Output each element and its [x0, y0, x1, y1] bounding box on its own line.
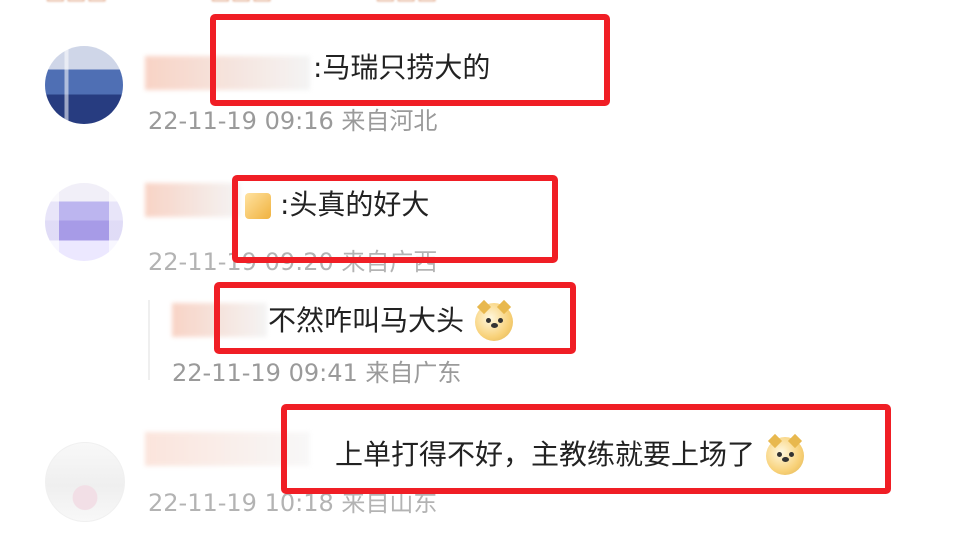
top-tabs-strip: ▭▭▭ ▭▭▭ ▭▭▭ [0, 0, 964, 9]
avatar[interactable] [45, 442, 125, 522]
blurred-username [145, 183, 240, 217]
tab-item-blurred: ▭▭▭ [210, 0, 272, 9]
avatar[interactable] [45, 46, 123, 124]
highlight-box [214, 282, 576, 354]
tab-item-blurred: ▭▭▭ [45, 0, 107, 9]
highlight-box [210, 14, 610, 106]
highlight-box [281, 404, 891, 494]
comment-meta: 22-11-19 09:16 来自河北 [148, 107, 438, 135]
tab-item-blurred: ▭▭▭ [375, 0, 437, 9]
comment-meta: 22-11-19 09:41 来自广东 [172, 359, 462, 387]
avatar[interactable] [45, 183, 123, 261]
highlight-box [232, 175, 558, 263]
